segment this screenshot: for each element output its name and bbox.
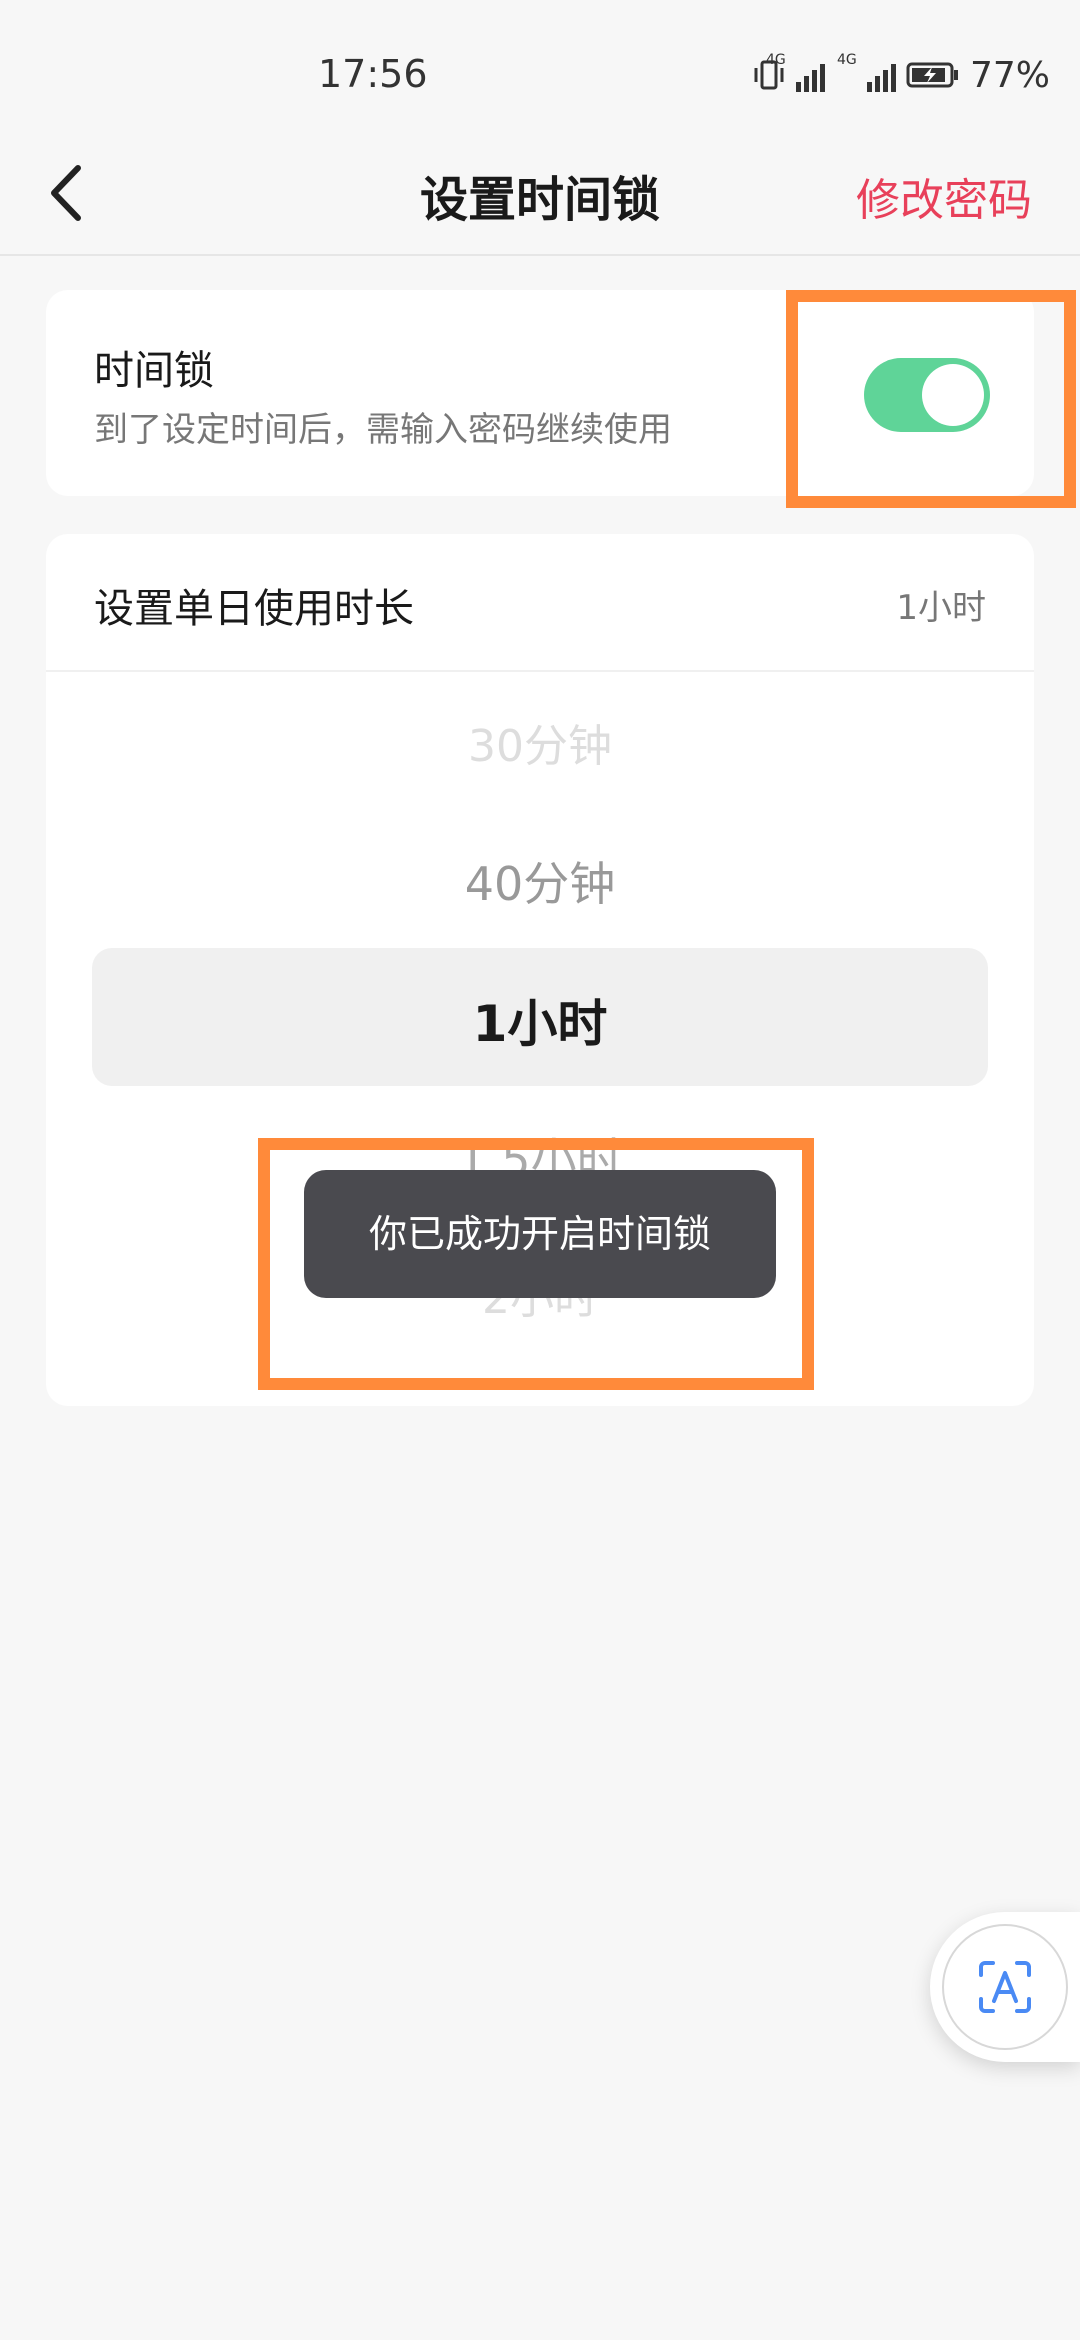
picker-option[interactable]: 40分钟 bbox=[46, 848, 1034, 914]
picker-option-selected[interactable]: 1小时 bbox=[46, 984, 1034, 1056]
battery-percent: 77% bbox=[969, 54, 1050, 96]
status-icons: 4G 4G 77% bbox=[752, 52, 1050, 98]
floating-text-recognition-button[interactable] bbox=[930, 1912, 1080, 2062]
divider bbox=[46, 670, 1034, 672]
time-lock-description: 到了设定时间后，需输入密码继续使用 bbox=[94, 410, 672, 450]
highlight-box-toast bbox=[258, 1138, 814, 1390]
status-bar: 17:56 4G 4G 77% bbox=[0, 0, 1080, 130]
status-time: 17:56 bbox=[318, 52, 428, 96]
network-type-1: 4G bbox=[765, 52, 786, 68]
duration-value: 1小时 bbox=[896, 588, 986, 628]
picker-option[interactable]: 30分钟 bbox=[46, 710, 1034, 774]
signal-icon-2: 4G bbox=[837, 52, 896, 92]
network-type-2: 4G bbox=[836, 52, 857, 68]
text-recognition-icon bbox=[979, 1961, 1031, 2013]
duration-title: 设置单日使用时长 bbox=[94, 586, 414, 632]
highlight-box-toggle bbox=[786, 290, 1076, 508]
top-nav: 设置时间锁 修改密码 bbox=[0, 130, 1080, 256]
signal-icon-1: 4G bbox=[766, 52, 825, 92]
time-lock-title: 时间锁 bbox=[94, 348, 214, 394]
change-password-button[interactable]: 修改密码 bbox=[856, 164, 1032, 228]
float-button-ring bbox=[942, 1924, 1068, 2050]
battery-charging-icon bbox=[906, 62, 958, 88]
